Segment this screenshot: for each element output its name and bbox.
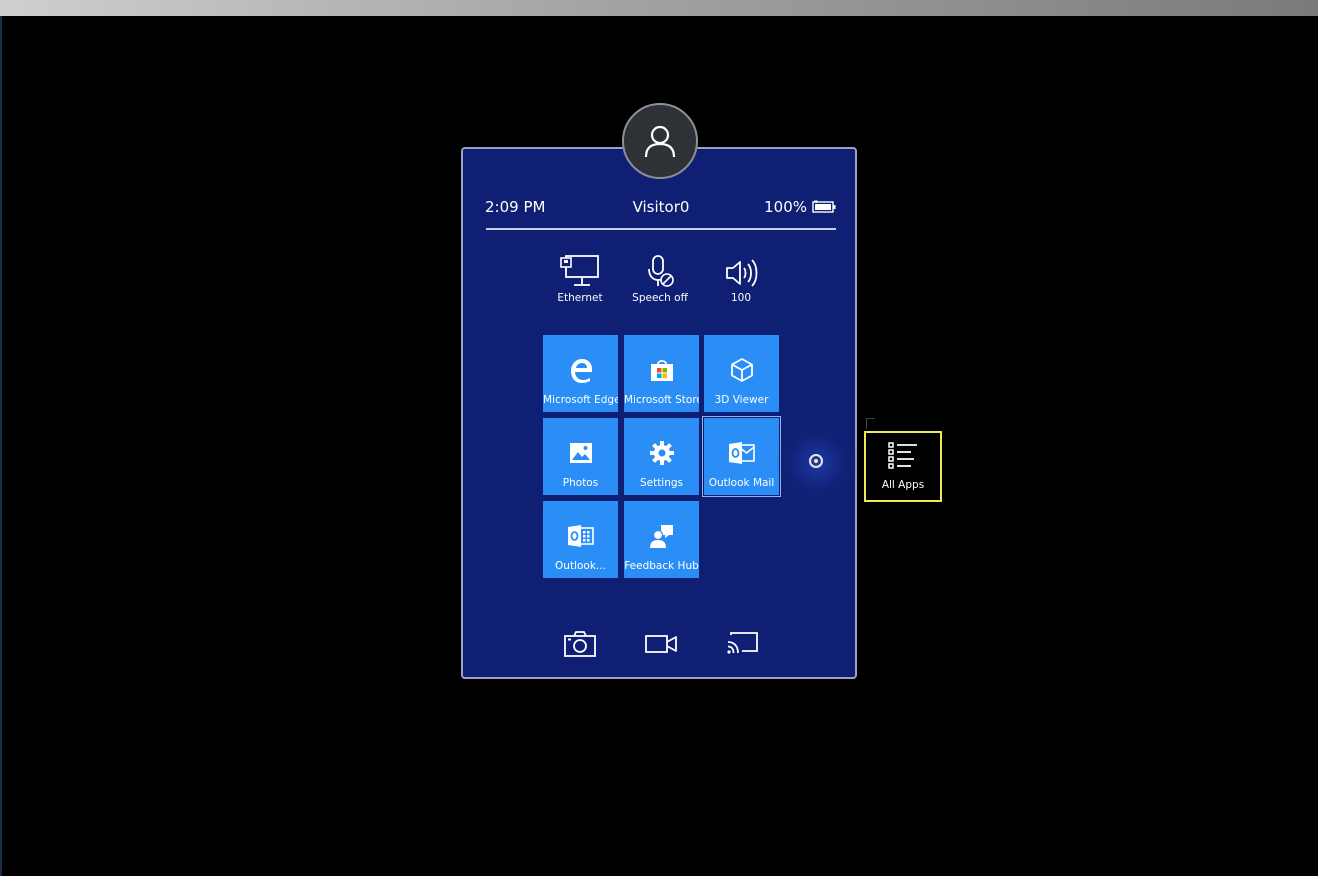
photos-icon [569,443,592,463]
tile-label: Outlook... [555,560,606,572]
gear-icon [649,441,674,465]
list-icon [888,442,917,469]
feedback-icon [649,525,673,548]
status-bar: 2:09 PM Visitor0 100% [485,196,837,220]
tile-outlook-mail[interactable]: Outlook Mail [702,416,781,497]
video-button[interactable] [641,626,681,662]
person-icon [644,125,676,158]
holographic-shell: 2:09 PM Visitor0 100% Ethernet Speech of… [0,0,1318,876]
quick-setting-label: 100 [730,292,752,304]
quick-setting-label: Speech off [632,292,688,304]
window-edge [0,16,2,876]
tile-outlook-calendar[interactable]: Outlook... [543,501,618,578]
quick-setting-speech[interactable]: Speech off [620,252,700,304]
quick-setting-volume[interactable]: 100 [701,252,781,304]
camera-icon [564,631,596,657]
cube-icon [730,358,753,382]
start-menu-panel [461,147,857,679]
cast-icon [727,632,758,654]
battery-status: 100% [764,198,837,216]
tile-label: Settings [639,477,684,489]
tile-label: Feedback Hub [624,560,699,572]
tile-label: Microsoft Store [624,394,699,406]
cast-button[interactable] [722,626,762,662]
tile-label: 3D Viewer [714,394,769,406]
tile-label: Outlook Mail [708,477,775,489]
status-divider [486,228,836,230]
tile-3d-viewer[interactable]: 3D Viewer [704,335,779,412]
quick-setting-label: Ethernet [557,292,603,304]
tile-label: Microsoft Edge [543,394,618,406]
gaze-cursor [809,454,823,468]
store-icon [650,360,673,381]
tile-settings[interactable]: Settings [624,418,699,495]
camera-button[interactable] [560,626,600,662]
tile-microsoft-store[interactable]: Microsoft Store [624,335,699,412]
all-apps-button[interactable]: All Apps [864,431,942,502]
quick-setting-ethernet[interactable]: Ethernet [540,252,620,304]
tile-label: Photos [562,477,599,489]
microphone-off-icon [648,255,674,287]
outlook-mail-icon [728,442,755,464]
tile-photos[interactable]: Photos [543,418,618,495]
edge-icon [570,359,592,383]
all-apps-focus-tick [866,418,875,429]
tile-feedback-hub[interactable]: Feedback Hub [624,501,699,578]
user-avatar[interactable] [622,103,698,179]
window-title-bar [0,0,1318,16]
volume-icon [726,259,758,287]
ethernet-icon [560,255,599,286]
outlook-calendar-icon [567,525,594,547]
video-icon [645,635,677,653]
battery-percent: 100% [764,198,807,216]
all-apps-label: All Apps [881,479,925,491]
tile-microsoft-edge[interactable]: Microsoft Edge [543,335,618,412]
battery-charging-icon [812,200,836,213]
